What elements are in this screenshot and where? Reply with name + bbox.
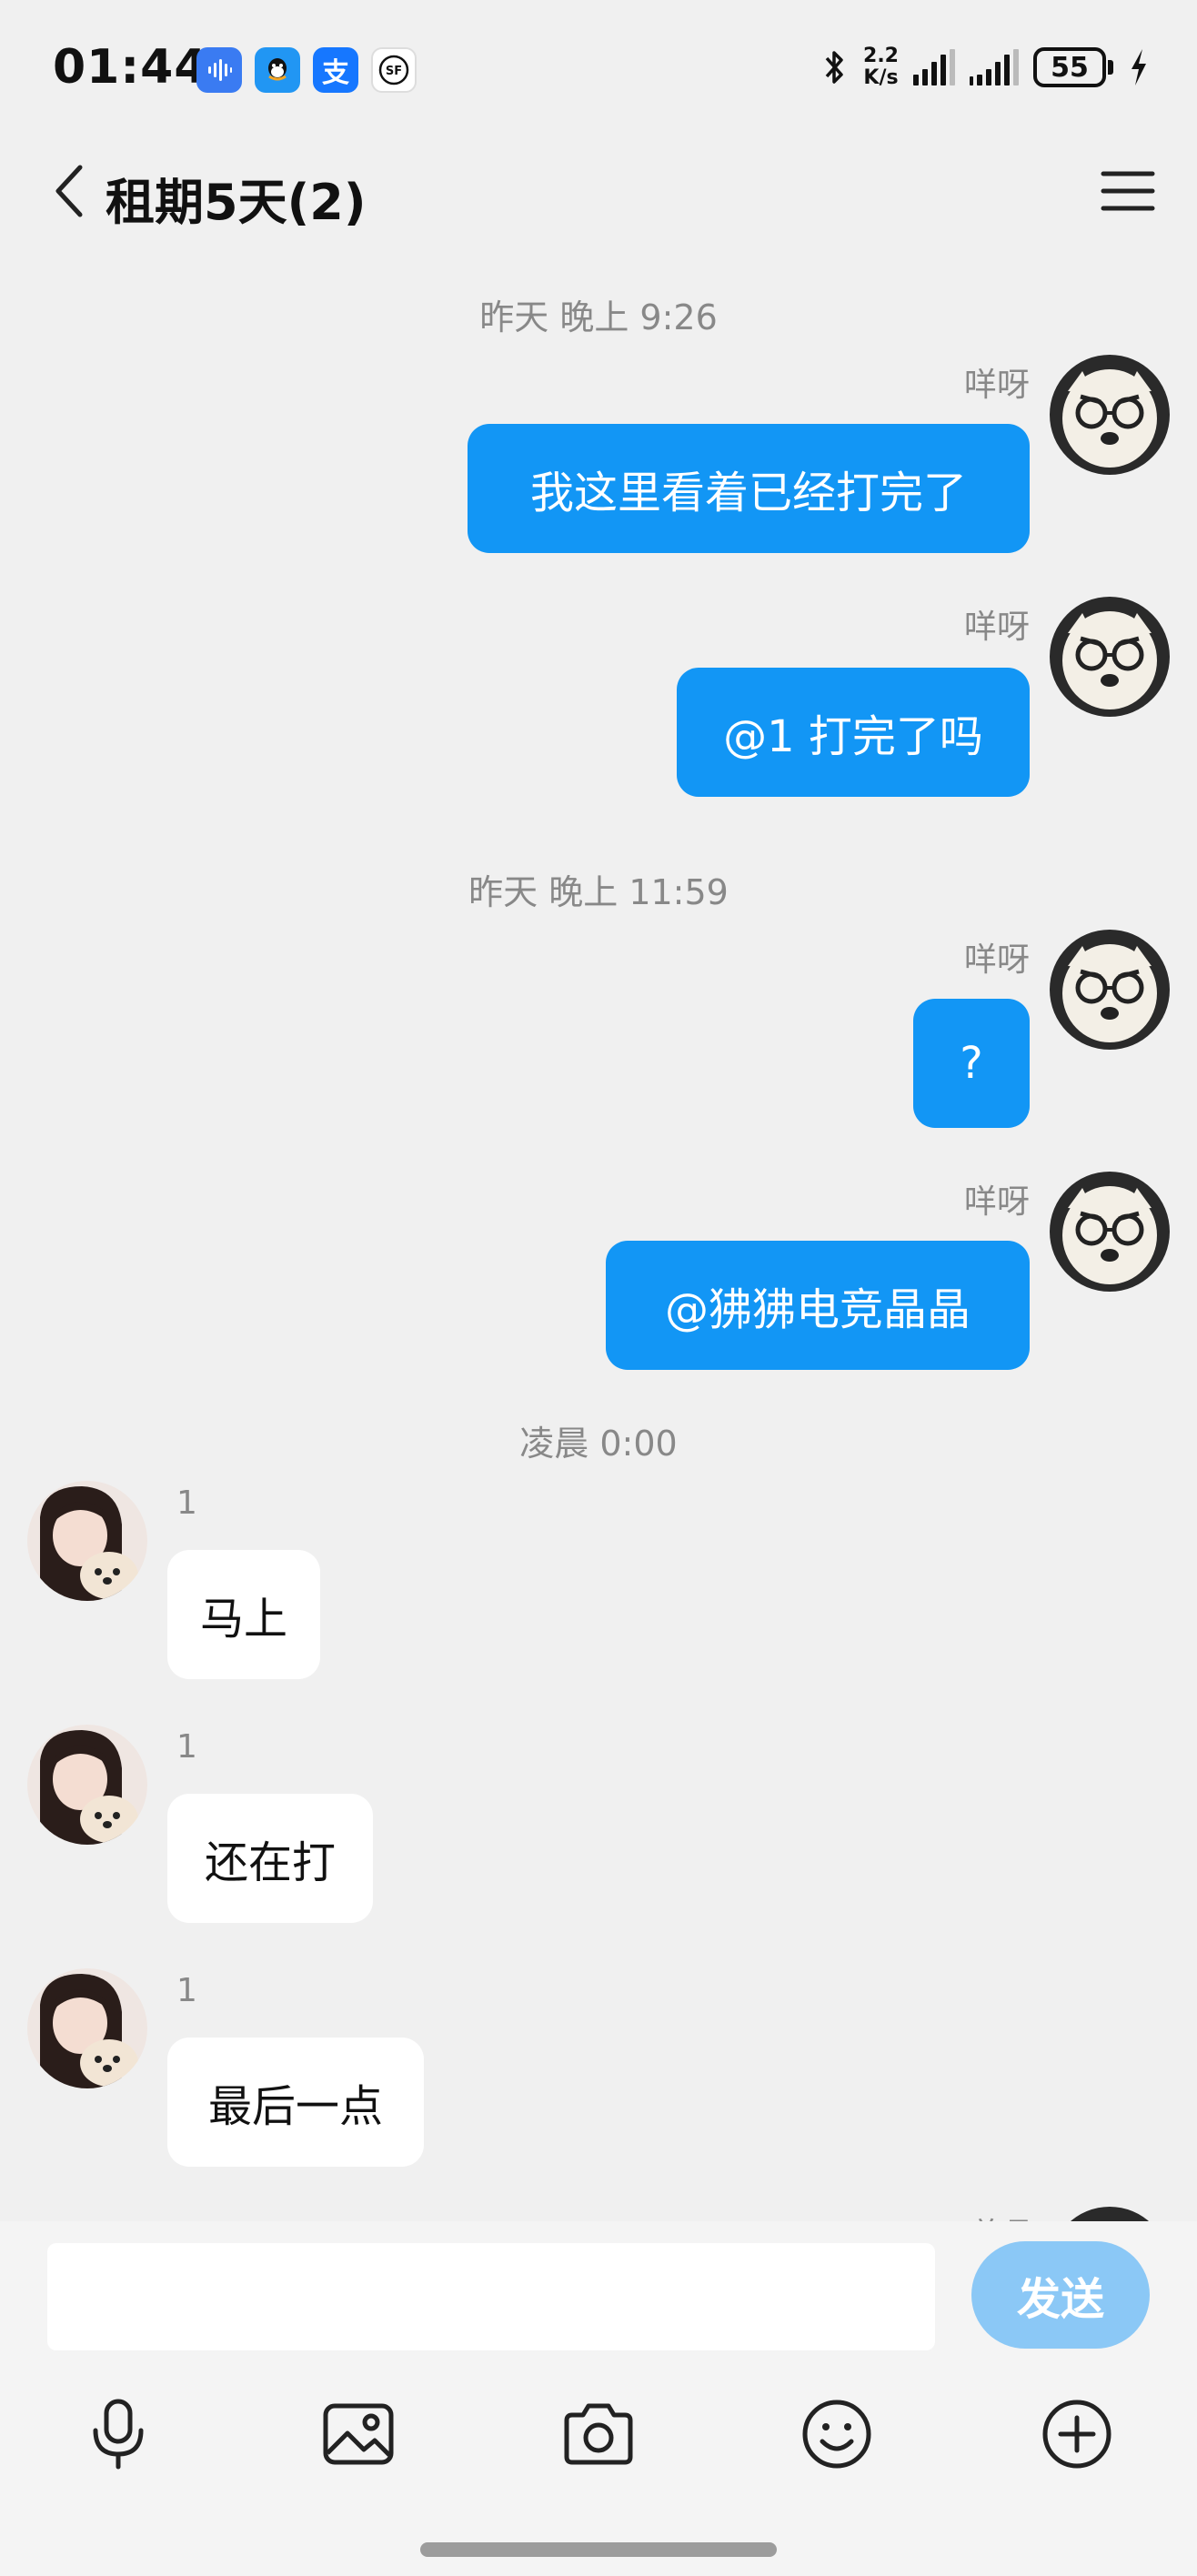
- charging-icon: [1132, 49, 1146, 86]
- avatar-self[interactable]: [1050, 1172, 1170, 1292]
- message-bubble-incoming[interactable]: 还在打: [167, 1794, 373, 1923]
- hamburger-menu-icon: [1101, 171, 1155, 211]
- avatar-contact[interactable]: [27, 1481, 147, 1601]
- chat-input-area: 发送: [0, 2221, 1197, 2576]
- emoji-icon: [802, 2400, 871, 2469]
- battery-cap: [1108, 60, 1113, 75]
- avatar-self[interactable]: [1050, 597, 1170, 717]
- sender-name: 咩呀: [963, 367, 1030, 404]
- chat-screen: 01:44 支 SF 2.2 K/s 55 租期5天(2) 昨天 晚上 9:26…: [0, 0, 1197, 2576]
- chevron-left-icon: [55, 165, 83, 217]
- camera-button[interactable]: [546, 2381, 651, 2487]
- camera-icon: [564, 2403, 633, 2465]
- voice-assistant-icon: [196, 47, 242, 93]
- battery-icon: 55: [1033, 47, 1113, 87]
- plus-icon: [1042, 2400, 1112, 2469]
- message-bubble-incoming[interactable]: 最后一点: [167, 2038, 424, 2167]
- status-time: 01:44: [53, 40, 208, 95]
- avatar-contact[interactable]: [27, 1725, 147, 1845]
- battery-level: 55: [1033, 47, 1106, 87]
- home-indicator[interactable]: [420, 2542, 777, 2557]
- image-button[interactable]: [306, 2381, 411, 2487]
- sender-name: 咩呀: [963, 1183, 1030, 1221]
- status-indicators: 2.2 K/s 55: [821, 45, 1150, 89]
- send-button[interactable]: 发送: [971, 2241, 1150, 2349]
- sender-name: 1: [176, 1484, 197, 1522]
- timestamp-divider: 昨天 晚上 9:26: [479, 297, 718, 337]
- image-icon: [323, 2403, 394, 2465]
- message-input[interactable]: [47, 2243, 935, 2350]
- message-bubble-incoming[interactable]: 马上: [167, 1550, 320, 1679]
- sender-name: 咩呀: [963, 609, 1030, 646]
- sf-glyph: SF: [386, 65, 402, 78]
- network-speed-unit: K/s: [863, 66, 899, 89]
- message-bubble-outgoing[interactable]: 我这里看着已经打完了: [468, 424, 1030, 553]
- microphone-button[interactable]: [65, 2381, 171, 2487]
- message-bubble-outgoing[interactable]: @1 打完了吗: [677, 668, 1030, 797]
- more-button[interactable]: [1024, 2381, 1130, 2487]
- avatar-self[interactable]: [1050, 930, 1170, 1050]
- sender-name: 1: [176, 1728, 197, 1766]
- avatar-contact[interactable]: [27, 1968, 147, 2088]
- sender-name: 1: [176, 1972, 197, 2009]
- timestamp-divider: 昨天 晚上 11:59: [468, 872, 729, 912]
- signal-strength-1-icon: [913, 49, 955, 86]
- back-button[interactable]: [33, 155, 106, 227]
- chat-toolbar: [0, 2381, 1197, 2487]
- timestamp-divider: 凌晨 0:00: [519, 1424, 678, 1464]
- sf-express-icon: SF: [371, 47, 417, 93]
- network-speed-value: 2.2: [863, 45, 899, 67]
- network-speed: 2.2 K/s: [863, 45, 899, 89]
- message-bubble-outgoing[interactable]: ?: [913, 999, 1030, 1128]
- chat-title: 租期5天(2): [106, 174, 367, 231]
- menu-button[interactable]: [1091, 156, 1164, 226]
- alipay-icon: 支: [313, 47, 358, 93]
- avatar-self[interactable]: [1050, 355, 1170, 475]
- notification-app-icons: 支 SF: [196, 47, 417, 93]
- microphone-icon: [93, 2399, 144, 2470]
- qq-icon: [255, 47, 300, 93]
- message-bubble-outgoing[interactable]: @狒狒电竞晶晶: [606, 1241, 1030, 1370]
- emoji-button[interactable]: [784, 2381, 890, 2487]
- signal-strength-2-icon: [970, 49, 1019, 86]
- chat-header: 租期5天(2): [0, 146, 1197, 236]
- bluetooth-icon: [825, 51, 843, 84]
- sender-name: 咩呀: [963, 941, 1030, 979]
- status-bar: 01:44 支 SF 2.2 K/s 55: [0, 0, 1197, 146]
